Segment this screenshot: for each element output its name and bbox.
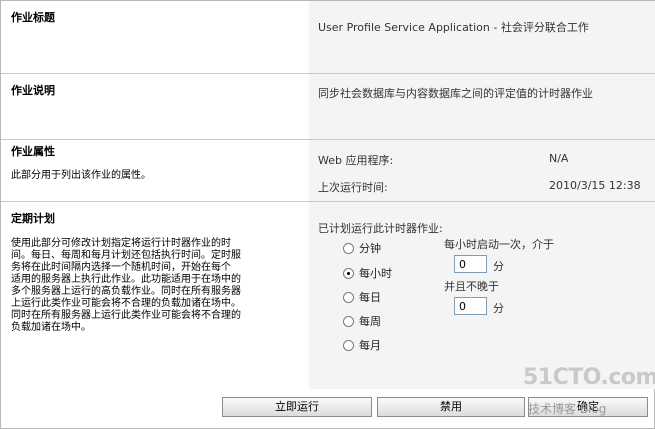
schedule-description-line: 同时在所有服务器上运行此类作业可能会将不合理的	[11, 310, 241, 321]
radio-button[interactable]	[343, 315, 354, 327]
schedule-description-line: 负载加诸在场中。	[11, 322, 91, 333]
schedule-description-line: 间。每日、每周和每月计划还包括执行时间。定时服	[11, 250, 241, 261]
job-title-header: 作业标题	[1, 1, 309, 73]
job-description-value: 同步社会数据库与内容数据库之间的评定值的计时器作业	[318, 87, 593, 100]
radio-button[interactable]	[343, 242, 354, 254]
radio-minutes[interactable]: 分钟	[343, 240, 381, 256]
radio-weekly-label: 每周	[359, 315, 381, 328]
not-later-label: 并且不晚于	[444, 280, 499, 293]
hourly-start-label: 每小时启动一次，介于	[444, 238, 554, 251]
timer-job-page: 作业标题 User Profile Service Application - …	[0, 0, 655, 429]
job-description-value-panel	[309, 74, 655, 139]
job-title-value: User Profile Service Application - 社会评分联…	[318, 21, 589, 34]
radio-minutes-label: 分钟	[359, 242, 381, 255]
web-app-value: N/A	[549, 152, 569, 165]
job-description-section: 作业说明 同步社会数据库与内容数据库之间的评定值的计时器作业	[1, 74, 655, 139]
last-run-value: 2010/3/15 12:38	[549, 179, 641, 192]
disable-button[interactable]: 禁用	[377, 397, 525, 417]
schedule-heading: 定期计划	[11, 212, 55, 225]
start-minute-unit: 分	[493, 260, 504, 273]
watermark-blog: 技术博客 Blog	[528, 402, 607, 416]
job-properties-heading: 作业属性	[11, 145, 55, 158]
radio-button-selected[interactable]	[343, 267, 354, 279]
last-run-label: 上次运行时间:	[318, 181, 388, 194]
job-description-heading: 作业说明	[11, 84, 55, 97]
web-app-label: Web 应用程序:	[318, 154, 394, 167]
radio-button[interactable]	[343, 339, 354, 351]
schedule-description-line: 适用的服务器上执行此作业。此功能适用于在场中的	[11, 274, 241, 285]
schedule-description-line: 上运行此类作业可能会将不合理的负载加诸在场中。	[11, 298, 241, 309]
job-title-heading: 作业标题	[11, 11, 55, 24]
schedule-prompt: 已计划运行此计时器作业:	[318, 222, 443, 235]
run-now-button[interactable]: 立即运行	[222, 397, 372, 417]
schedule-description-line: 多个服务器上运行的高负载作业。同时在所有服务器	[11, 286, 241, 297]
end-minute-unit: 分	[493, 302, 504, 315]
job-properties-section: 作业属性 此部分用于列出该作业的属性。 Web 应用程序: N/A 上次运行时间…	[1, 140, 655, 201]
radio-daily-label: 每日	[359, 291, 381, 304]
radio-weekly[interactable]: 每周	[343, 313, 381, 329]
schedule-description-line: 务将在此时间隔内选择一个随机时间，开始在每个	[11, 262, 231, 273]
radio-hourly-label: 每小时	[359, 267, 392, 280]
watermark-logo: 51CTO.com	[523, 365, 655, 390]
job-title-value-panel	[309, 1, 655, 73]
job-properties-header: 作业属性 此部分用于列出该作业的属性。	[1, 140, 309, 201]
job-properties-description: 此部分用于列出该作业的属性。	[11, 170, 151, 181]
schedule-description-line: 使用此部分可修改计划指定将运行计时器作业的时	[11, 238, 231, 249]
radio-hourly[interactable]: 每小时	[343, 265, 392, 281]
radio-monthly-label: 每月	[359, 339, 381, 352]
start-minute-input[interactable]	[454, 255, 487, 273]
radio-monthly[interactable]: 每月	[343, 337, 381, 353]
radio-button[interactable]	[343, 291, 354, 303]
radio-daily[interactable]: 每日	[343, 289, 381, 305]
job-description-header: 作业说明	[1, 74, 309, 139]
schedule-description: 使用此部分可修改计划指定将运行计时器作业的时 间。每日、每周和每月计划还包括执行…	[11, 238, 293, 334]
end-minute-input[interactable]	[454, 297, 487, 315]
schedule-header: 定期计划 使用此部分可修改计划指定将运行计时器作业的时 间。每日、每周和每月计划…	[1, 202, 309, 389]
job-title-section: 作业标题 User Profile Service Application - …	[1, 1, 655, 73]
